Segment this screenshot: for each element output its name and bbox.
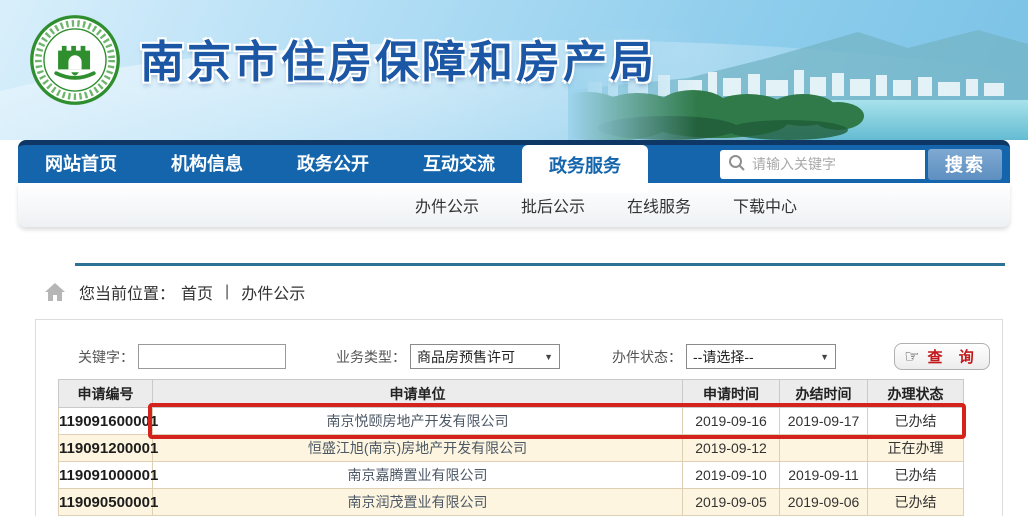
table-row: 119090500001 南京润茂置业有限公司 2019-09-05 2019-09-… <box>58 488 964 516</box>
bureau-seal-logo[interactable] <box>28 13 122 107</box>
content-panel: 关键字： 业务类型： 商品房预售许可 ▼ 办件状态： --请选择-- ▼ ☞ 查… <box>35 319 1003 516</box>
cases-table-wrap: 申请编号 申请单位 申请时间 办结时间 办理状态 119091600001 南京悦… <box>58 379 966 516</box>
breadcrumb-prefix: 您当前位置： <box>79 286 176 303</box>
cell-done: 2019-09-11 <box>779 461 868 489</box>
search-group: 搜索 <box>720 148 1002 180</box>
cell-company[interactable]: 南京嘉腾置业有限公司 <box>152 461 683 489</box>
col-done-date: 办结时间 <box>779 379 868 408</box>
nav-item-gov-disclosure[interactable]: 政务公开 <box>270 145 396 183</box>
section-divider <box>75 263 1005 266</box>
page: 南京市住房保障和房产局 网站首页 机构信息 政务公开 互动交流 政务服务 搜索 … <box>0 0 1028 516</box>
cell-id: 119090500001 <box>58 488 158 516</box>
table-body: 119091600001 南京悦颐房地产开发有限公司 2019-09-16 2019-… <box>58 407 964 516</box>
cell-apply: 2019-09-10 <box>682 461 780 489</box>
keyword-input[interactable] <box>138 344 286 369</box>
business-type-label: 业务类型： <box>336 348 406 365</box>
sub-nav: 办件公示 批后公示 在线服务 下载中心 <box>18 183 1010 227</box>
query-button[interactable]: ☞ 查 询 <box>894 343 990 370</box>
cell-apply: 2019-09-05 <box>682 488 780 516</box>
chevron-down-icon: ▼ <box>544 351 553 362</box>
cell-company[interactable]: 南京悦颐房地产开发有限公司 <box>152 407 683 435</box>
cases-table: 申请编号 申请单位 申请时间 办结时间 办理状态 119091600001 南京悦… <box>58 379 964 516</box>
breadcrumb-separator: | <box>225 283 230 300</box>
cell-apply: 2019-09-16 <box>682 407 780 435</box>
cell-company[interactable]: 恒盛江旭(南京)房地产开发有限公司 <box>152 434 683 462</box>
breadcrumb: 您当前位置： 首页 | 办件公示 <box>45 280 1028 304</box>
cell-status: 正在办理 <box>867 434 964 462</box>
search-button[interactable]: 搜索 <box>928 148 1002 180</box>
search-icon <box>729 154 745 171</box>
cell-apply: 2019-09-12 <box>682 434 780 462</box>
cell-id: 119091000001 <box>58 461 158 489</box>
case-status-label: 办件状态： <box>612 348 682 365</box>
header-banner: 南京市住房保障和房产局 <box>0 0 1028 140</box>
query-button-label: 查 询 <box>927 349 980 366</box>
nav-item-gov-services-active[interactable]: 政务服务 <box>522 145 648 193</box>
cell-done: 2019-09-17 <box>779 407 868 435</box>
main-nav: 网站首页 机构信息 政务公开 互动交流 政务服务 搜索 <box>18 140 1010 193</box>
case-status-value: --请选择-- <box>693 348 754 365</box>
table-header-row: 申请编号 申请单位 申请时间 办结时间 办理状态 <box>58 379 964 408</box>
site-title: 南京市住房保障和房产局 <box>140 38 657 87</box>
keyword-label: 关键字： <box>78 348 134 365</box>
filter-bar: 关键字： 业务类型： 商品房预售许可 ▼ 办件状态： --请选择-- ▼ ☞ 查… <box>36 343 1002 370</box>
subnav-item-download-center[interactable]: 下载中心 <box>733 193 797 217</box>
subnav-item-banjian-gongshi[interactable]: 办件公示 <box>415 193 479 217</box>
breadcrumb-current[interactable]: 办件公示 <box>241 280 305 304</box>
business-type-select[interactable]: 商品房预售许可 ▼ <box>410 344 560 369</box>
chevron-down-icon: ▼ <box>820 351 829 362</box>
cell-company[interactable]: 南京润茂置业有限公司 <box>152 488 683 516</box>
nav-item-interaction[interactable]: 互动交流 <box>396 145 522 183</box>
case-status-select[interactable]: --请选择-- ▼ <box>686 344 836 369</box>
cell-status: 已办结 <box>867 461 964 489</box>
business-type-value: 商品房预售许可 <box>417 348 515 365</box>
col-apply-id: 申请编号 <box>58 379 153 408</box>
col-status: 办理状态 <box>867 379 964 408</box>
cell-status: 已办结 <box>867 488 964 516</box>
cell-id: 119091600001 <box>58 407 158 435</box>
nav-item-org-info[interactable]: 机构信息 <box>144 145 270 183</box>
col-apply-unit: 申请单位 <box>152 379 683 408</box>
home-icon <box>45 283 65 301</box>
table-row: 119091000001 南京嘉腾置业有限公司 2019-09-10 2019-09-… <box>58 461 964 489</box>
table-row: 119091200001 恒盛江旭(南京)房地产开发有限公司 2019-09-12 正… <box>58 434 964 462</box>
cell-status: 已办结 <box>867 407 964 435</box>
breadcrumb-home-link[interactable]: 首页 <box>181 280 213 304</box>
subnav-item-online-service[interactable]: 在线服务 <box>627 193 691 217</box>
pointing-hand-icon: ☞ <box>904 346 920 366</box>
search-input[interactable] <box>720 149 925 179</box>
cell-done: 2019-09-06 <box>779 488 868 516</box>
nav-item-home[interactable]: 网站首页 <box>18 145 144 183</box>
cell-done <box>779 434 868 462</box>
cell-id: 119091200001 <box>58 434 158 462</box>
subnav-item-pihou-gongshi[interactable]: 批后公示 <box>521 193 585 217</box>
col-apply-date: 申请时间 <box>682 379 780 408</box>
table-row: 119091600001 南京悦颐房地产开发有限公司 2019-09-16 2019-… <box>58 407 964 435</box>
